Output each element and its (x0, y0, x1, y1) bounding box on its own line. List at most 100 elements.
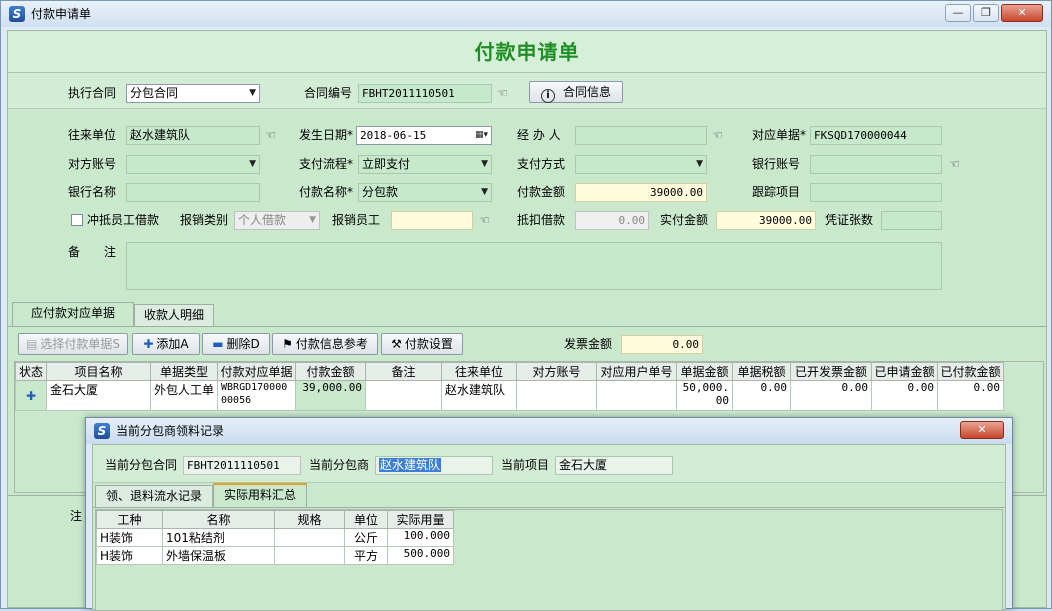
restore-button[interactable]: ❐ (973, 4, 999, 22)
pointing-hand-icon[interactable]: ☜ (497, 84, 508, 102)
cur-contract-field[interactable]: FBHT2011110501 (183, 456, 301, 475)
cell-applied[interactable]: 0.00 (871, 380, 939, 411)
cell-user-no[interactable] (596, 380, 678, 411)
cell-unit[interactable]: 公斤 (344, 528, 388, 547)
col-remark[interactable]: 备注 (365, 362, 443, 381)
tab-flow-records[interactable]: 领、退料流水记录 (95, 485, 213, 507)
pointing-hand-icon[interactable]: ☜ (265, 126, 276, 144)
cell-trade[interactable]: H装饰 (96, 528, 163, 547)
col-invoiced[interactable]: 已开发票金额 (790, 362, 873, 381)
handler-field[interactable] (575, 126, 707, 145)
cell-doc-tax[interactable]: 0.00 (732, 380, 792, 411)
counterparty-field[interactable]: 赵水建筑队 (126, 126, 260, 145)
pay-method-select[interactable]: ▼ (575, 155, 707, 174)
pointing-hand-icon[interactable]: ☜ (479, 211, 490, 229)
ref-doc-field[interactable]: FKSQD170000044 (810, 126, 942, 145)
minimize-button[interactable]: — (945, 4, 971, 22)
cell-qty[interactable]: 100.000 (387, 528, 454, 547)
cell-invoiced[interactable]: 0.00 (790, 380, 873, 411)
col-doc-type[interactable]: 单据类型 (149, 362, 219, 381)
col-peer-account[interactable]: 对方账号 (516, 362, 598, 381)
col-ref-doc[interactable]: 付款对应单据 (217, 362, 297, 381)
col-applied[interactable]: 已申请金额 (871, 362, 939, 381)
col-doc-tax[interactable]: 单据税额 (732, 362, 792, 381)
pay-method-label: 支付方式 (517, 157, 566, 171)
cell-spec[interactable] (274, 546, 345, 565)
cell-project[interactable]: 金石大厦 (46, 380, 151, 411)
col-project[interactable]: 项目名称 (46, 362, 151, 381)
cell-doc-type[interactable]: 外包人工单 (149, 380, 219, 411)
delete-button[interactable]: ▬ 删除D (202, 333, 270, 355)
voucher-count-field[interactable] (881, 211, 942, 230)
row-status-plus-icon[interactable]: ✚ (15, 380, 47, 411)
cell-trade[interactable]: H装饰 (96, 546, 163, 565)
table-row[interactable]: ✚ 金石大厦 外包人工单 WBRGD17000000056 39,000.00 … (15, 380, 1005, 411)
col-paid[interactable]: 已付款金额 (937, 362, 1005, 381)
date-picker[interactable]: 2018-06-15 ▦▾ (356, 126, 492, 145)
col-counterparty[interactable]: 往来单位 (441, 362, 518, 381)
tab-payee-details[interactable]: 收款人明细 (134, 304, 214, 326)
pay-name-select[interactable]: 分包款 ▼ (358, 183, 492, 202)
tab-payable-docs[interactable]: 应付款对应单据 (12, 302, 134, 326)
col-qty[interactable]: 实际用量 (387, 510, 454, 529)
pay-amount-label: 付款金额 (517, 185, 566, 199)
ref-doc-label: 对应单据* (752, 128, 807, 142)
pay-settings-button[interactable]: ⚒ 付款设置 (381, 333, 463, 355)
cell-name[interactable]: 101粘结剂 (162, 528, 275, 547)
dialog-title-bar[interactable]: S 当前分包商领料记录 ✕ (86, 418, 1012, 444)
cell-ref-doc[interactable]: WBRGD17000000056 (217, 380, 297, 411)
pointing-hand-icon[interactable]: ☜ (712, 126, 723, 144)
cell-unit[interactable]: 平方 (344, 546, 388, 565)
deduct-loan-field[interactable]: 0.00 (575, 211, 649, 230)
cell-pay-amount[interactable]: 39,000.00 (295, 380, 367, 411)
contract-no-field[interactable]: FBHT2011110501 (358, 84, 492, 103)
col-status[interactable]: 状态 (15, 362, 47, 381)
close-button[interactable]: ✕ (1001, 4, 1043, 22)
reimb-type-select[interactable]: 个人借款 ▼ (234, 211, 320, 230)
cell-spec[interactable] (274, 528, 345, 547)
peer-account-select[interactable]: ▼ (126, 155, 260, 174)
offset-loan-checkbox[interactable] (71, 214, 83, 226)
contract-info-button[interactable]: i 合同信息 (529, 81, 623, 103)
invoice-amount-field[interactable]: 0.00 (621, 335, 703, 354)
col-trade[interactable]: 工种 (96, 510, 163, 529)
actual-pay-field[interactable]: 39000.00 (716, 211, 816, 230)
remark-textarea[interactable] (126, 242, 942, 290)
table-row[interactable]: H装饰 101粘结剂 公斤 100.000 (96, 528, 454, 547)
col-doc-amount[interactable]: 单据金额 (676, 362, 734, 381)
col-pay-amount[interactable]: 付款金额 (295, 362, 367, 381)
bank-name-field[interactable] (126, 183, 260, 202)
bank-name-label: 银行名称 (68, 185, 117, 199)
hammer-icon: ⚒ (391, 337, 402, 351)
pay-amount-field[interactable]: 39000.00 (575, 183, 707, 202)
col-user-no[interactable]: 对应用户单号 (596, 362, 678, 381)
pay-flow-select[interactable]: 立即支付 ▼ (358, 155, 492, 174)
cell-qty[interactable]: 500.000 (387, 546, 454, 565)
cell-doc-amount[interactable]: 50,000.00 (676, 380, 734, 411)
pay-flow-label: 支付流程* (299, 157, 354, 171)
bank-account-field[interactable] (810, 155, 942, 174)
reimb-staff-field[interactable] (391, 211, 473, 230)
dialog-close-button[interactable]: ✕ (960, 421, 1004, 439)
track-item-field[interactable] (810, 183, 942, 202)
cur-project-field[interactable]: 金石大厦 (555, 456, 673, 475)
pay-ref-button[interactable]: ⚑ 付款信息参考 (272, 333, 378, 355)
title-bar[interactable]: S 付款申请单 — ❐ ✕ (1, 1, 1051, 27)
material-records-dialog: S 当前分包商领料记录 ✕ 当前分包合同 FBHT2011110501 当前分包… (85, 417, 1013, 611)
select-docs-button[interactable]: ▤ 选择付款单据S (18, 333, 128, 355)
pointing-hand-icon[interactable]: ☜ (949, 155, 960, 173)
col-name[interactable]: 名称 (162, 510, 275, 529)
cell-peer-account[interactable] (516, 380, 598, 411)
table-row[interactable]: H装饰 外墙保温板 平方 500.000 (96, 546, 454, 565)
cell-name[interactable]: 外墙保温板 (162, 546, 275, 565)
cell-paid[interactable]: 0.00 (937, 380, 1005, 411)
col-unit[interactable]: 单位 (344, 510, 388, 529)
cell-remark[interactable] (365, 380, 443, 411)
cur-sub-field[interactable]: 赵水建筑队 (375, 456, 493, 475)
col-spec[interactable]: 规格 (274, 510, 345, 529)
tab-actual-usage[interactable]: 实际用料汇总 (213, 483, 307, 507)
handler-label: 经 办 人 (517, 128, 561, 142)
exec-contract-select[interactable]: 分包合同 ▼ (126, 84, 260, 103)
add-button[interactable]: ✚ 添加A (132, 333, 200, 355)
cell-counterparty[interactable]: 赵水建筑队 (441, 380, 518, 411)
